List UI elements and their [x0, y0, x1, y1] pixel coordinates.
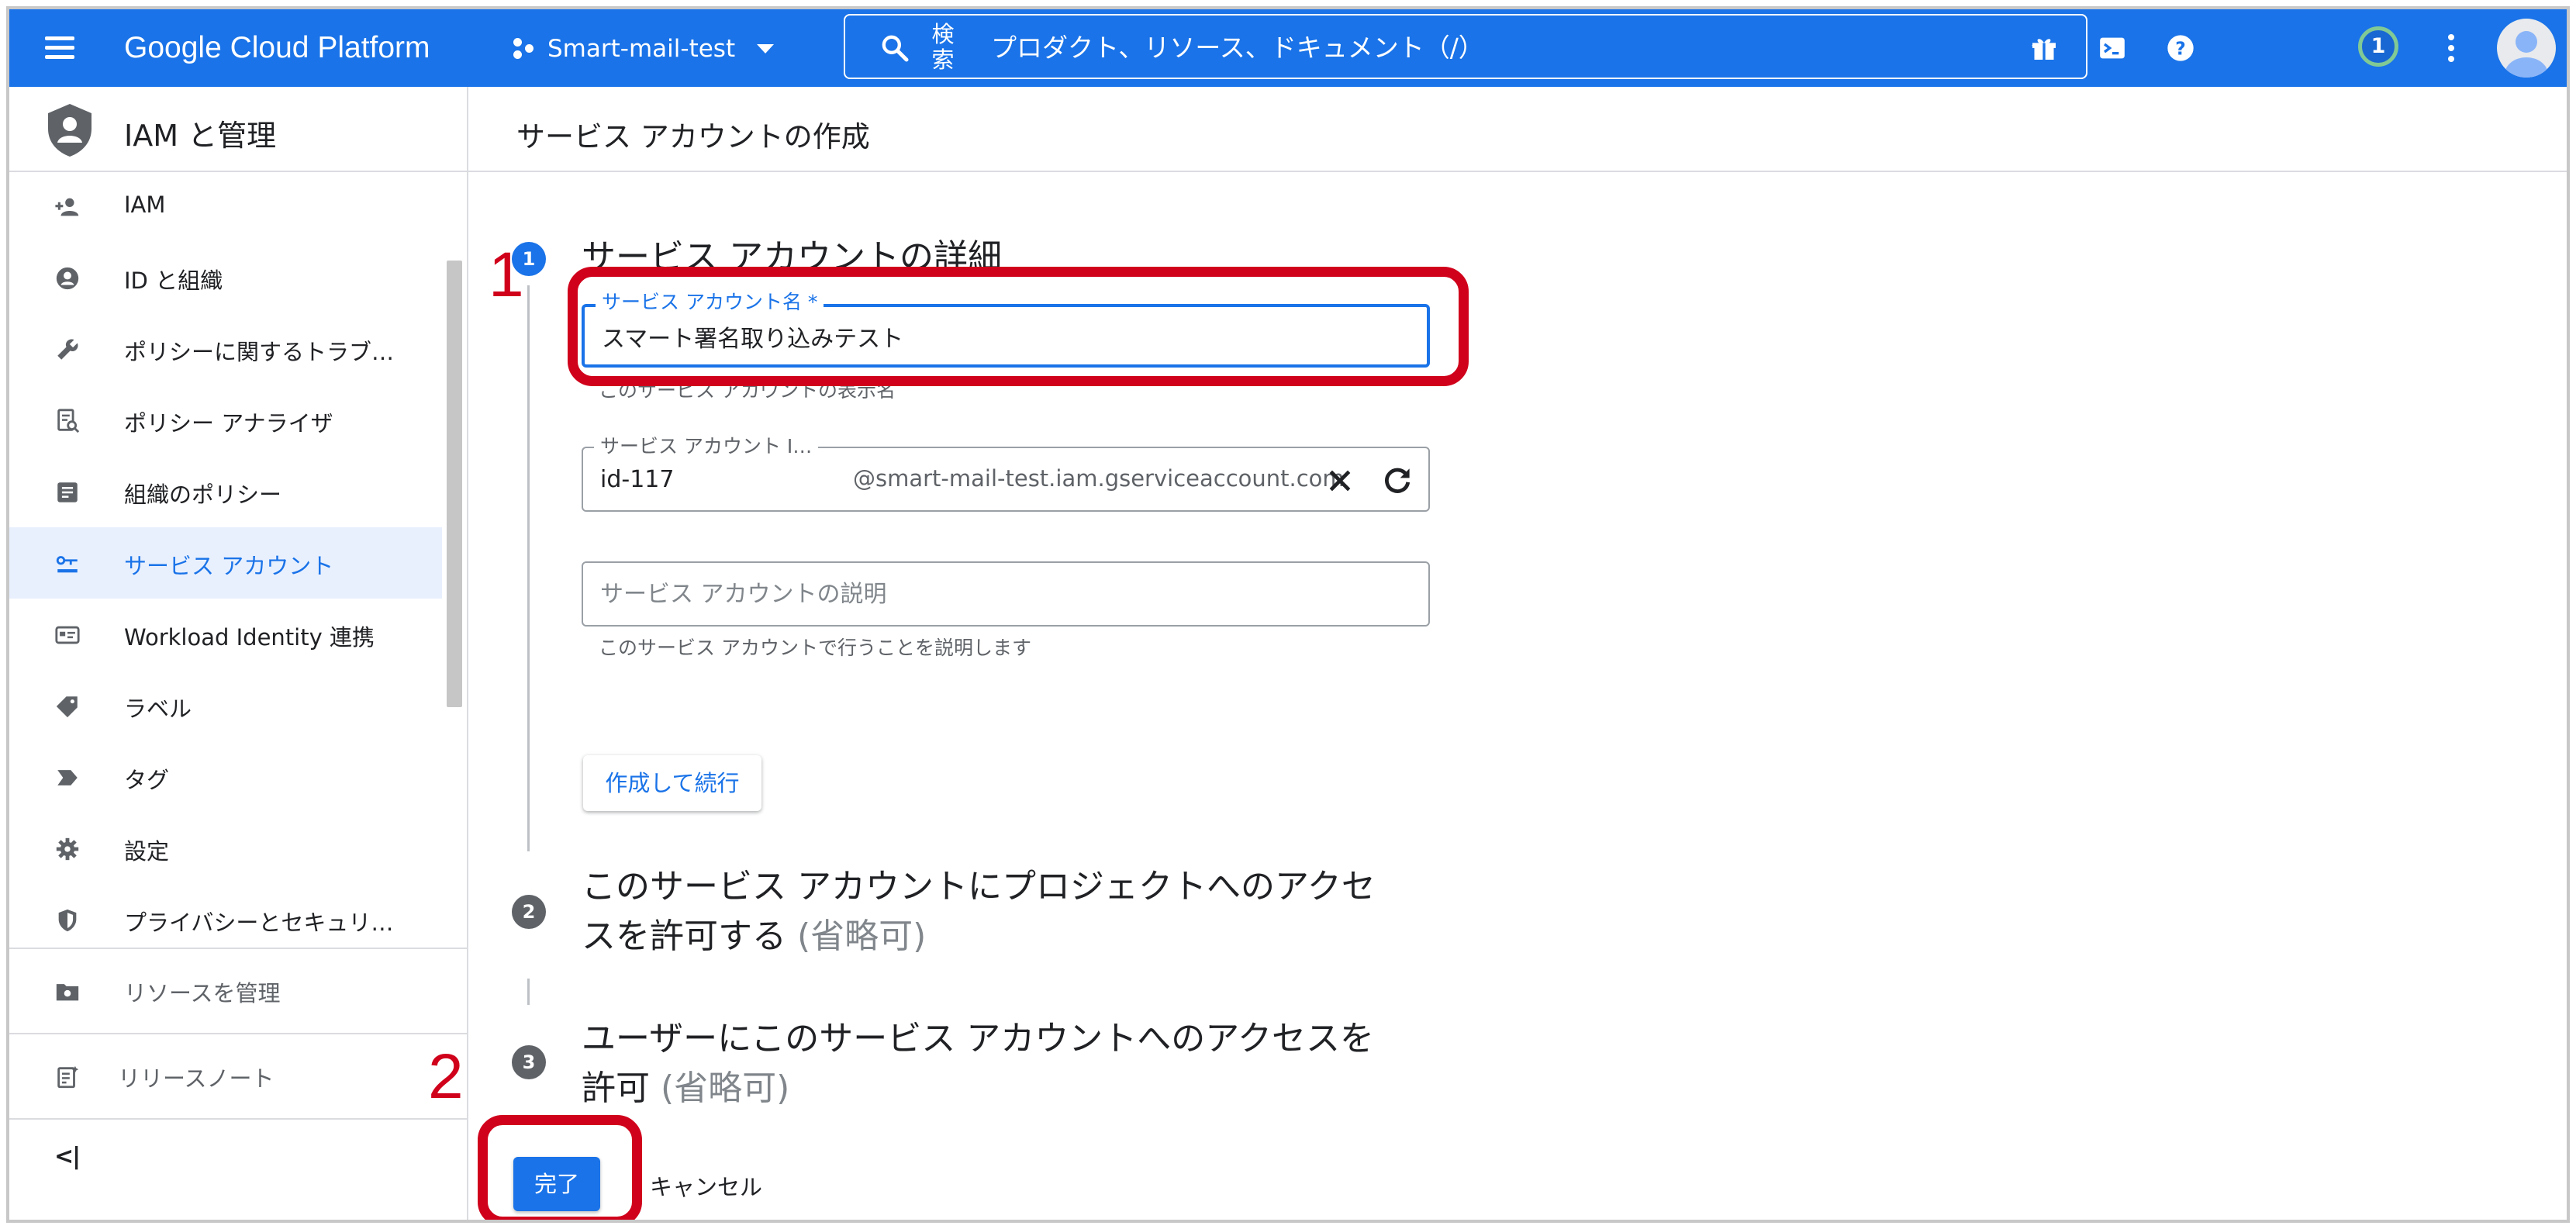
search-icon: [882, 35, 909, 62]
sidebar-item-privacy-security[interactable]: プライバシーとセキュリ…: [9, 884, 442, 949]
service-account-description-field[interactable]: [582, 561, 1430, 627]
project-icon: [512, 35, 537, 63]
step-2-title-line2-wrap: スを許可する (省略可): [582, 912, 1466, 961]
sidebar-item-settings[interactable]: 設定: [9, 813, 442, 884]
refresh-icon[interactable]: [1380, 464, 1414, 498]
sidebar-item-label: ポリシーに関するトラブ…: [124, 339, 395, 365]
sidebar: IAM と管理 IAM ID と組織 ポリシーに関するトラブ… ポリシー アナラ…: [9, 87, 468, 1220]
sidebar-item-label: リソースを管理: [124, 980, 281, 1006]
project-selector[interactable]: Smart-mail-test: [512, 31, 775, 67]
step-2-title[interactable]: このサービス アカウントにプロジェクトへのアクセ スを許可する (省略可): [582, 862, 1466, 961]
notification-badge[interactable]: 1: [2358, 26, 2398, 67]
dropdown-arrow-icon: [757, 44, 775, 54]
iam-shield-icon: [48, 104, 92, 157]
id-card-icon: [55, 626, 80, 644]
more-options-icon[interactable]: [2446, 33, 2457, 64]
service-account-icon: [56, 556, 78, 573]
annotation-label-1: 1: [489, 240, 524, 310]
collapse-icon: <|: [54, 1143, 81, 1170]
document-icon: [57, 482, 78, 502]
sidebar-item-release-notes[interactable]: リリースノート: [9, 1033, 467, 1120]
create-and-continue-button[interactable]: 作成して続行: [583, 755, 761, 811]
terminal-icon[interactable]: [2097, 33, 2128, 64]
step-connector-line: [527, 285, 530, 851]
cancel-button[interactable]: キャンセル: [650, 1169, 762, 1202]
service-account-id-label: サービス アカウント I…: [594, 431, 819, 459]
page-header: サービス アカウントの作成: [468, 87, 2567, 172]
service-account-id-suffix: @smart-mail-test.iam.gserviceaccount.com: [853, 465, 1345, 492]
top-bar: Google Cloud Platform Smart-mail-test 検索: [9, 9, 2567, 87]
sidebar-item-policy-troubleshooter[interactable]: ポリシーに関するトラブ…: [9, 313, 442, 385]
sidebar-header: IAM と管理: [9, 87, 467, 172]
step-3-circle: 3: [512, 1045, 546, 1079]
svg-text:?: ?: [2175, 37, 2186, 59]
sidebar-item-label: タグ: [124, 767, 170, 793]
app-window: Google Cloud Platform Smart-mail-test 検索: [6, 6, 2570, 1223]
step-connector-line: [527, 979, 530, 1005]
policy-analyzer-icon: [57, 409, 80, 433]
sidebar-item-label: Workload Identity 連携: [124, 624, 375, 651]
sidebar-item-manage-resources[interactable]: リソースを管理: [9, 948, 467, 1034]
shield-icon: [58, 909, 77, 932]
sidebar-item-label: 組織のポリシー: [124, 482, 282, 508]
tag-icon: [57, 770, 78, 785]
annotation-box-1: [568, 267, 1469, 386]
sidebar-item-label: 設定: [124, 838, 170, 865]
service-account-description-input[interactable]: [599, 575, 1408, 613]
service-account-description-hint: このサービス アカウントで行うことを説明します: [599, 637, 1031, 659]
account-circle-icon: [56, 267, 79, 290]
sidebar-item-label: ポリシー アナライザ: [124, 410, 333, 437]
folder-settings-icon: [56, 984, 79, 1001]
search-label: 検索: [931, 21, 955, 73]
sidebar-item-identity-organization[interactable]: ID と組織: [9, 242, 442, 313]
clear-icon[interactable]: [1324, 465, 1355, 496]
help-icon[interactable]: ?: [2165, 33, 2196, 64]
gear-icon: [56, 837, 79, 861]
hamburger-menu-icon[interactable]: [42, 29, 81, 67]
step-2-title-line2: スを許可する: [582, 917, 786, 956]
step-3-title-line2-wrap: 許可 (省略可): [582, 1064, 1466, 1113]
step-2-circle: 2: [512, 895, 546, 929]
service-account-id-input[interactable]: [599, 461, 834, 498]
step-3-title-line2: 許可: [582, 1068, 650, 1108]
sidebar-collapse[interactable]: <|: [9, 1118, 467, 1205]
sidebar-item-labels[interactable]: ラベル: [9, 670, 442, 741]
sidebar-item-service-accounts[interactable]: サービス アカウント: [9, 527, 442, 599]
avatar[interactable]: [2497, 19, 2556, 78]
step-2-optional: (省略可): [797, 917, 927, 956]
sidebar-item-iam[interactable]: IAM: [9, 171, 442, 242]
wrench-icon: [57, 339, 78, 360]
service-account-id-field[interactable]: サービス アカウント I… @smart-mail-test.iam.gserv…: [582, 431, 1430, 512]
label-icon: [56, 696, 78, 718]
project-name: Smart-mail-test: [547, 35, 736, 63]
annotation-label-2: 2: [428, 1041, 464, 1112]
step-3-optional: (省略可): [661, 1068, 790, 1108]
sidebar-item-label: サービス アカウント: [124, 553, 334, 579]
sidebar-item-label: ラベル: [124, 696, 192, 722]
gift-icon[interactable]: [2029, 33, 2060, 64]
user-avatar-icon: [2505, 31, 2548, 78]
step-3-title[interactable]: ユーザーにこのサービス アカウントへのアクセスを 許可 (省略可): [582, 1014, 1466, 1113]
sidebar-item-policy-analyzer[interactable]: ポリシー アナライザ: [9, 385, 442, 456]
annotation-box-2: [478, 1115, 642, 1220]
sidebar-item-label: プライバシーとセキュリ…: [124, 910, 394, 936]
release-notes-icon: [57, 1065, 79, 1089]
sidebar-item-workload-identity[interactable]: Workload Identity 連携: [9, 599, 442, 670]
sidebar-item-tags[interactable]: タグ: [9, 741, 442, 813]
page-title: サービス アカウントの作成: [516, 120, 870, 154]
search-input[interactable]: [989, 26, 1923, 68]
step-3-title-line1: ユーザーにこのサービス アカウントへのアクセスを: [582, 1019, 1375, 1058]
sidebar-item-org-policies[interactable]: 組織のポリシー: [9, 456, 442, 527]
sidebar-nav: IAM ID と組織 ポリシーに関するトラブ… ポリシー アナライザ 組織のポリ…: [9, 171, 467, 949]
sidebar-item-label: リリースノート: [118, 1065, 275, 1092]
sidebar-item-label: IAM: [124, 192, 166, 218]
person-add-icon: [55, 198, 79, 216]
brand-logo[interactable]: Google Cloud Platform: [124, 31, 430, 65]
search-bar[interactable]: 検索: [844, 14, 2087, 79]
main-content: サービス アカウントの作成 1 サービス アカウントの詳細 サービス アカウント…: [468, 87, 2567, 1220]
sidebar-item-label: ID と組織: [124, 268, 223, 294]
sidebar-scrollbar[interactable]: [447, 261, 462, 707]
step-2-title-line1: このサービス アカウントにプロジェクトへのアクセ: [582, 867, 1376, 906]
sidebar-title: IAM と管理: [124, 119, 277, 153]
